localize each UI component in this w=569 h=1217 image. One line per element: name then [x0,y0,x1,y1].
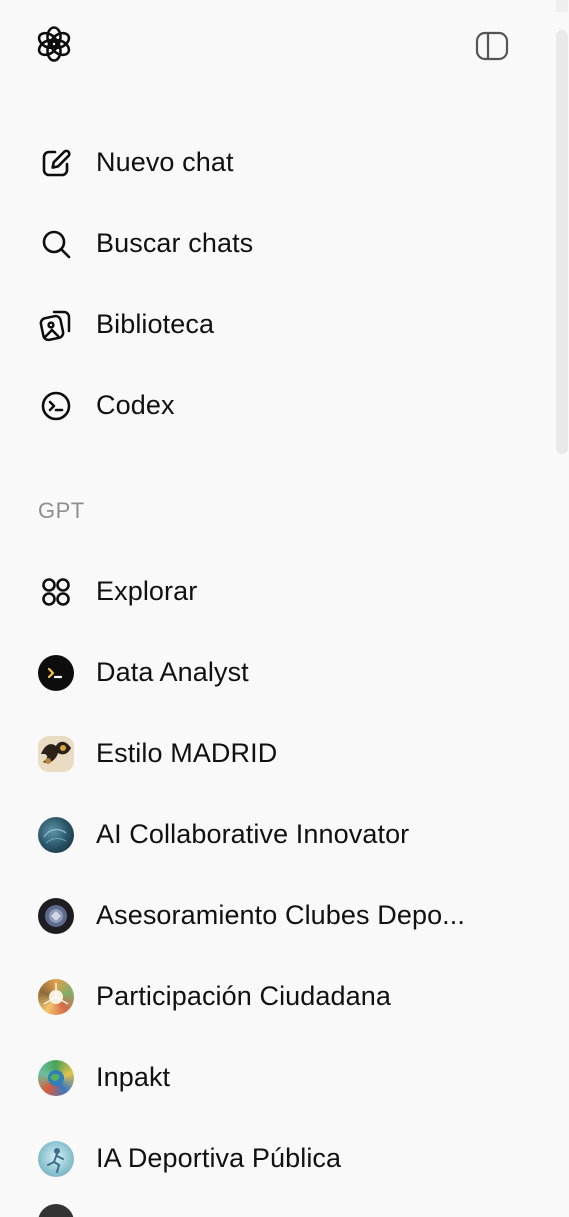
sidebar-header [0,0,569,100]
gpt-item-asesoramiento[interactable]: Asesoramiento Clubes Depo... [0,875,540,956]
nav-item-library[interactable]: Biblioteca [0,284,540,365]
next-gpt-avatar-partial [38,1204,74,1217]
gpt-item-ia-deportiva-publica[interactable]: IA Deportiva Pública [0,1118,540,1199]
nav-item-label: Nuevo chat [96,147,234,177]
section-header-gpt: GPT [38,498,85,523]
scrollbar-top [556,0,568,12]
grid-icon [38,574,74,610]
estilo-madrid-avatar [38,735,74,772]
openai-logo-icon[interactable] [34,24,74,64]
library-icon [38,307,74,343]
sidebar: Nuevo chat Buscar chats Biblioteca Codex… [0,0,569,1217]
ai-collab-avatar [38,816,74,853]
data-analyst-avatar [38,654,74,691]
nav-item-new-chat[interactable]: Nuevo chat [0,122,540,203]
edit-icon [38,145,74,181]
nav-item-label: Codex [96,390,175,420]
gpt-item-label: Asesoramiento Clubes Depo... [96,900,465,930]
participacion-avatar [38,978,74,1015]
gpt-item-ai-collaborative-innovator[interactable]: AI Collaborative Innovator [0,794,540,875]
gpt-item-label: Participación Ciudadana [96,981,391,1011]
gpt-item-estilo-madrid[interactable]: Estilo MADRID [0,713,540,794]
inpakt-avatar [38,1059,74,1096]
gpt-item-label: Inpakt [96,1062,171,1092]
nav-item-search-chats[interactable]: Buscar chats [0,203,540,284]
scrollbar-thumb[interactable] [556,30,568,454]
gpt-item-label: Data Analyst [96,657,249,687]
gpt-item-label: AI Collaborative Innovator [96,819,410,849]
ia-deportiva-avatar [38,1140,74,1177]
gpt-item-label: IA Deportiva Pública [96,1143,342,1173]
gpt-item-inpakt[interactable]: Inpakt [0,1037,540,1118]
gpt-list: Explorar Data Analyst Estilo MADRID AI C… [0,551,540,1199]
search-icon [38,226,74,262]
sidebar-toggle-icon [475,31,509,66]
gpt-item-label: Explorar [96,576,198,606]
gpt-item-explore[interactable]: Explorar [0,551,540,632]
gpt-item-data-analyst[interactable]: Data Analyst [0,632,540,713]
nav-item-label: Biblioteca [96,309,215,339]
primary-nav: Nuevo chat Buscar chats Biblioteca Codex [0,122,540,446]
gpt-item-label: Estilo MADRID [96,738,278,768]
nav-item-label: Buscar chats [96,228,254,258]
asesoramiento-avatar [38,897,74,934]
gpt-item-participacion-ciudadana[interactable]: Participación Ciudadana [0,956,540,1037]
nav-item-codex[interactable]: Codex [0,365,540,446]
terminal-icon [38,388,74,424]
sidebar-toggle-button[interactable] [472,28,512,68]
